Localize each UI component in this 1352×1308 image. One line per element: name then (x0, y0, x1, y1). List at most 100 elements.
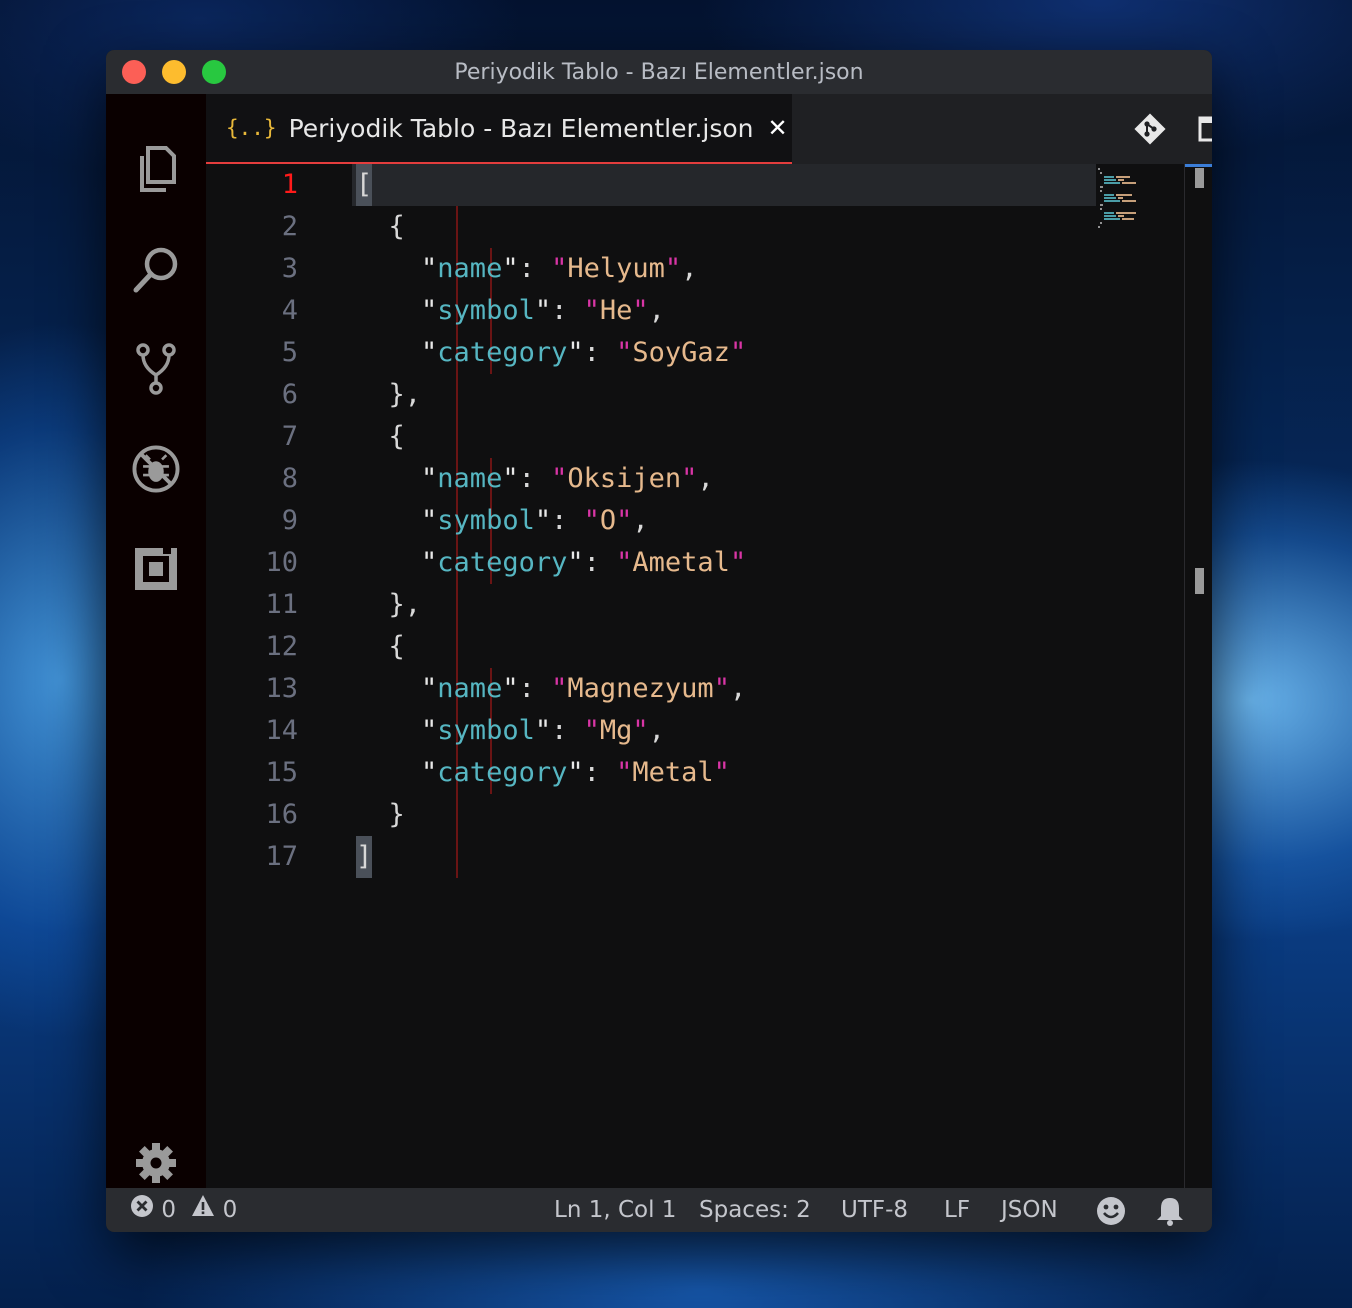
extensions-icon[interactable] (131, 544, 181, 594)
json-key: category (437, 547, 568, 578)
json-key: category (437, 337, 568, 368)
json-value: Magnezyum (567, 673, 714, 704)
code-line: 1[ (206, 164, 1212, 206)
comma: , (632, 505, 649, 536)
comma: , (697, 463, 714, 494)
json-value: SoyGaz (632, 337, 730, 368)
line-number: 6 (281, 379, 298, 410)
source-control-icon[interactable] (131, 343, 181, 395)
notifications-bell-icon[interactable] (1156, 1196, 1184, 1226)
line-number: 12 (265, 631, 298, 662)
line-code: }, (356, 374, 422, 416)
tab-bar: {..} Periyodik Tablo - Bazı Elementler.j… (206, 94, 1212, 164)
comma: , (729, 673, 747, 704)
problems-indicator[interactable]: 0 0 (130, 1188, 237, 1232)
vertical-scrollbar[interactable] (1184, 164, 1212, 1188)
minimap[interactable] (1096, 164, 1156, 244)
json-key: symbol (437, 505, 535, 536)
bracket-text: { (356, 421, 405, 452)
tab-close-icon[interactable]: ✕ (768, 114, 788, 142)
line-code: [ (356, 164, 373, 206)
tab-label: Periyodik Tablo - Bazı Elementler.json (288, 113, 754, 143)
warning-icon (191, 1189, 215, 1233)
tab-json-file[interactable]: {..} Periyodik Tablo - Bazı Elementler.j… (206, 94, 792, 164)
line-code: "symbol": "O", (421, 505, 649, 536)
line-number: 9 (281, 505, 298, 536)
scrollbar-thumb[interactable] (1195, 568, 1204, 594)
line-code: "symbol": "He", (421, 295, 665, 326)
warning-count: 0 (222, 1197, 238, 1223)
json-value: Metal (632, 757, 714, 788)
bracket-text: }, (356, 589, 422, 620)
code-line: 13 "name": "Magnezyum", (206, 668, 1212, 710)
error-icon (130, 1189, 154, 1233)
line-number: 15 (265, 757, 298, 788)
line-number: 14 (265, 715, 298, 746)
line-number: 10 (265, 547, 298, 578)
line-number: 4 (281, 295, 298, 326)
cursor-position[interactable]: Ln 1, Col 1 (554, 1188, 676, 1232)
code-line: 11 }, (206, 584, 1212, 626)
indentation-setting[interactable]: Spaces: 2 (699, 1188, 811, 1232)
line-code: "category": "SoyGaz" (421, 337, 747, 368)
bracket-text: { (356, 631, 405, 662)
line-number: 2 (281, 211, 298, 242)
feedback-smiley-icon[interactable] (1096, 1196, 1126, 1226)
line-code: ] (356, 836, 373, 878)
json-key: category (437, 757, 568, 788)
scrollbar-top-marker (1185, 164, 1212, 167)
debug-icon[interactable] (131, 444, 181, 494)
bracket-text: }, (356, 379, 422, 410)
maximize-window-button[interactable] (202, 60, 226, 84)
code-line: 14 "symbol": "Mg", (206, 710, 1212, 752)
code-line: 7 { (206, 416, 1212, 458)
close-window-button[interactable] (122, 60, 146, 84)
encoding-setting[interactable]: UTF-8 (841, 1188, 908, 1232)
line-code: { (356, 416, 405, 458)
status-bar: 0 0 Ln 1, Col 1 Spaces: 2 UTF-8 LF JSON (106, 1188, 1212, 1232)
line-code: { (356, 206, 405, 248)
line-number: 17 (265, 841, 298, 872)
code-editor[interactable]: 1[2 {3 "name": "Helyum", 4 "symbol": "He"… (206, 164, 1212, 1188)
comma: , (648, 715, 665, 746)
code-line: 8 "name": "Oksijen", (206, 458, 1212, 500)
activity-bar (106, 94, 206, 1188)
json-value: He (599, 295, 633, 326)
line-code: } (356, 794, 405, 836)
code-line: 2 { (206, 206, 1212, 248)
json-file-icon: {..} (226, 116, 277, 140)
line-code: "symbol": "Mg", (421, 715, 665, 746)
line-number: 16 (265, 799, 298, 830)
line-number: 7 (281, 421, 298, 452)
settings-gear-icon[interactable] (131, 1138, 181, 1188)
code-line: 9 "symbol": "O", (206, 500, 1212, 542)
split-editor-icon[interactable] (1198, 94, 1212, 164)
eol-setting[interactable]: LF (944, 1188, 970, 1232)
code-line: 5 "category": "SoyGaz" (206, 332, 1212, 374)
line-number: 5 (281, 337, 298, 368)
line-code: }, (356, 584, 422, 626)
code-line: 4 "symbol": "He", (206, 290, 1212, 332)
line-number: 8 (281, 463, 298, 494)
line-code: { (356, 626, 405, 668)
line-code: "category": "Ametal" (421, 547, 747, 578)
line-number: 13 (265, 673, 298, 704)
json-key: symbol (437, 295, 535, 326)
search-icon[interactable] (131, 244, 181, 294)
json-value: Helyum (567, 253, 665, 284)
explorer-icon[interactable] (131, 144, 181, 194)
window-title: Periyodik Tablo - Bazı Elementler.json (454, 59, 864, 85)
code-line: 17] (206, 836, 1212, 878)
bracket-text: ] (356, 836, 373, 878)
line-code: "name": "Helyum", (421, 253, 698, 284)
code-line: 10 "category": "Ametal" (206, 542, 1212, 584)
minimize-window-button[interactable] (162, 60, 186, 84)
json-key: name (437, 463, 503, 494)
line-number: 11 (265, 589, 298, 620)
language-mode[interactable]: JSON (1001, 1188, 1058, 1232)
json-key: name (437, 253, 503, 284)
git-compare-icon[interactable] (1134, 94, 1166, 164)
json-value: Ametal (632, 547, 730, 578)
bracket-text: { (356, 211, 405, 242)
code-line: 3 "name": "Helyum", (206, 248, 1212, 290)
